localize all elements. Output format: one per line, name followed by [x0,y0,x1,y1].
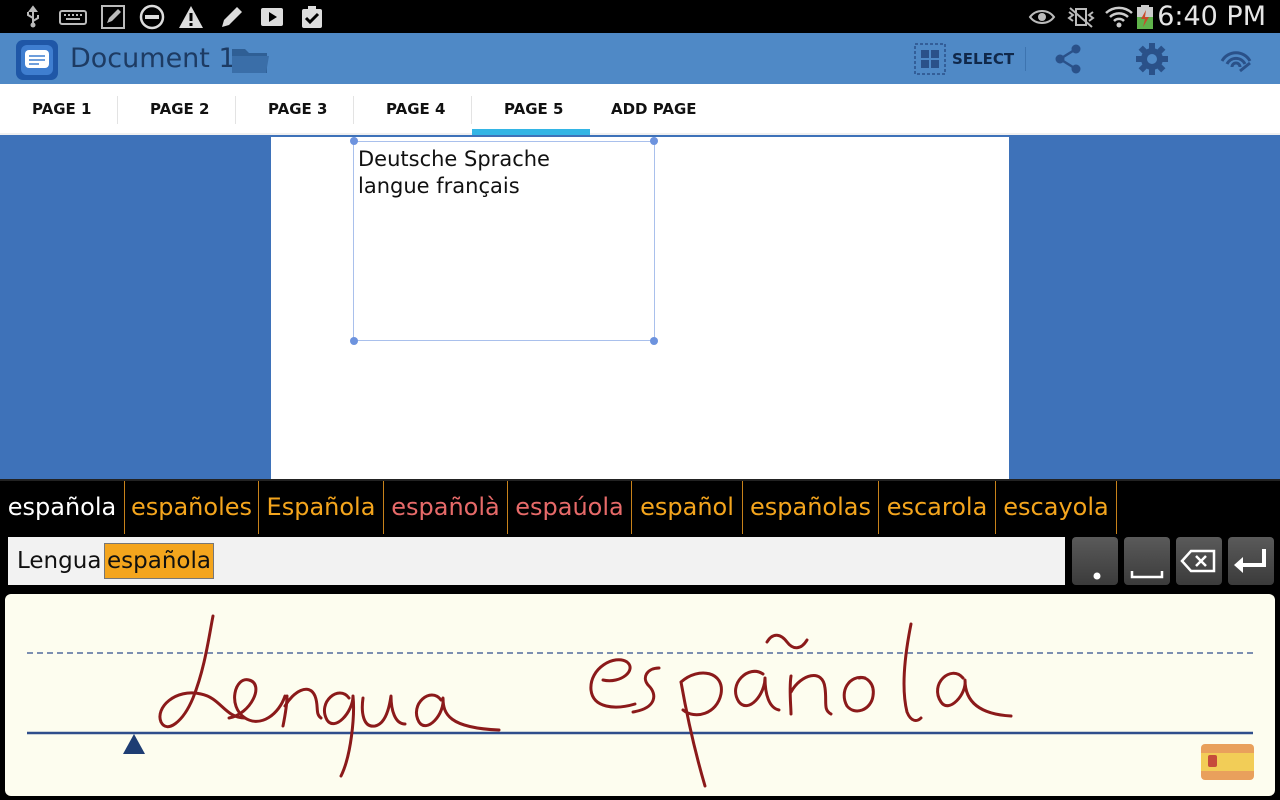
pencil-icon [222,7,242,27]
folder-icon[interactable] [230,43,272,75]
status-bar: 6:40 PM [0,0,1280,33]
period-key[interactable] [1072,537,1118,585]
tab-page-1[interactable]: PAGE 1 [0,84,118,135]
divider [1025,47,1026,71]
warning-icon [179,6,203,28]
select-label: SELECT [952,50,1015,68]
candidate-word[interactable]: Española [259,481,384,534]
app-logo-icon [21,45,53,75]
tab-page-3[interactable]: PAGE 3 [236,84,354,135]
resize-handle[interactable] [650,137,658,145]
signal-icon[interactable] [1218,41,1254,77]
handwritten-ink [158,614,1013,788]
eye-icon [1028,10,1056,24]
action-bar: Document 1 SELECT [0,33,1280,84]
candidate-word[interactable]: español [632,481,743,534]
tab-label: ADD PAGE [611,100,697,118]
tab-page-4[interactable]: PAGE 4 [354,84,472,135]
candidate-word[interactable]: escayola [996,481,1117,534]
share-icon[interactable] [1050,41,1086,77]
resize-handle[interactable] [350,337,358,345]
play-icon [261,8,283,26]
resize-handle[interactable] [650,337,658,345]
tab-label: PAGE 4 [386,100,446,118]
space-key[interactable] [1124,537,1170,585]
battery-charging-icon [1137,5,1153,29]
grid-select-icon [914,43,946,75]
select-button[interactable]: SELECT [908,39,1024,79]
checkbox-icon [302,6,322,28]
text-line: Deutsche Sprache [358,147,550,171]
candidate-word[interactable]: espaúola [508,481,632,534]
cursor-marker-icon [123,734,145,754]
backspace-key[interactable] [1176,537,1222,585]
tab-page-2[interactable]: PAGE 2 [118,84,236,135]
pen-edit-icon [101,5,125,29]
backspace-icon [1180,549,1216,573]
enter-icon [1234,549,1266,573]
selected-word[interactable]: española [104,543,214,579]
resize-handle[interactable] [350,137,358,145]
recognized-word[interactable]: Lengua [17,545,101,577]
gear-icon[interactable] [1134,41,1170,77]
input-row: Lengua española [0,534,1280,590]
tab-label: PAGE 1 [32,100,92,118]
tablet-screen: 6:40 PM Document 1 SELECT PAGE 1 PAGE 2 … [0,0,1280,800]
candidate-word[interactable]: españolas [743,481,879,534]
app-icon[interactable] [16,40,58,80]
enter-key[interactable] [1228,537,1274,585]
spain-flag-icon[interactable] [1201,744,1254,780]
vibrate-mute-icon [1067,7,1095,28]
tab-label: PAGE 5 [504,100,564,118]
keyboard-icon [59,10,87,25]
candidate-word[interactable]: españolà [384,481,508,534]
space-icon [1130,571,1164,579]
clock: 6:40 PM [1157,1,1266,32]
period-icon [1093,572,1101,580]
tab-label: PAGE 2 [150,100,210,118]
wifi-icon [1105,6,1133,28]
candidate-word[interactable]: españoles [125,481,259,534]
candidate-bar: española españoles Española españolà esp… [0,479,1280,534]
tab-add-page[interactable]: ADD PAGE [590,84,720,135]
candidate-word[interactable]: escarola [879,481,996,534]
text-line: langue français [358,174,520,198]
recognized-text-field[interactable]: Lengua española [8,537,1065,585]
page-tabs: PAGE 1 PAGE 2 PAGE 3 PAGE 4 PAGE 5 ADD P… [0,84,1280,135]
usb-icon [27,5,39,28]
text-box[interactable]: Deutsche Sprache langue français [353,141,655,341]
document-title[interactable]: Document 1 [70,41,236,77]
tab-page-5[interactable]: PAGE 5 [472,84,590,135]
tab-label: PAGE 3 [268,100,328,118]
handwriting-pad[interactable] [5,594,1275,796]
handwriting-canvas[interactable] [5,594,1275,796]
candidate-word[interactable]: española [0,481,125,534]
do-not-disturb-icon [139,4,165,30]
